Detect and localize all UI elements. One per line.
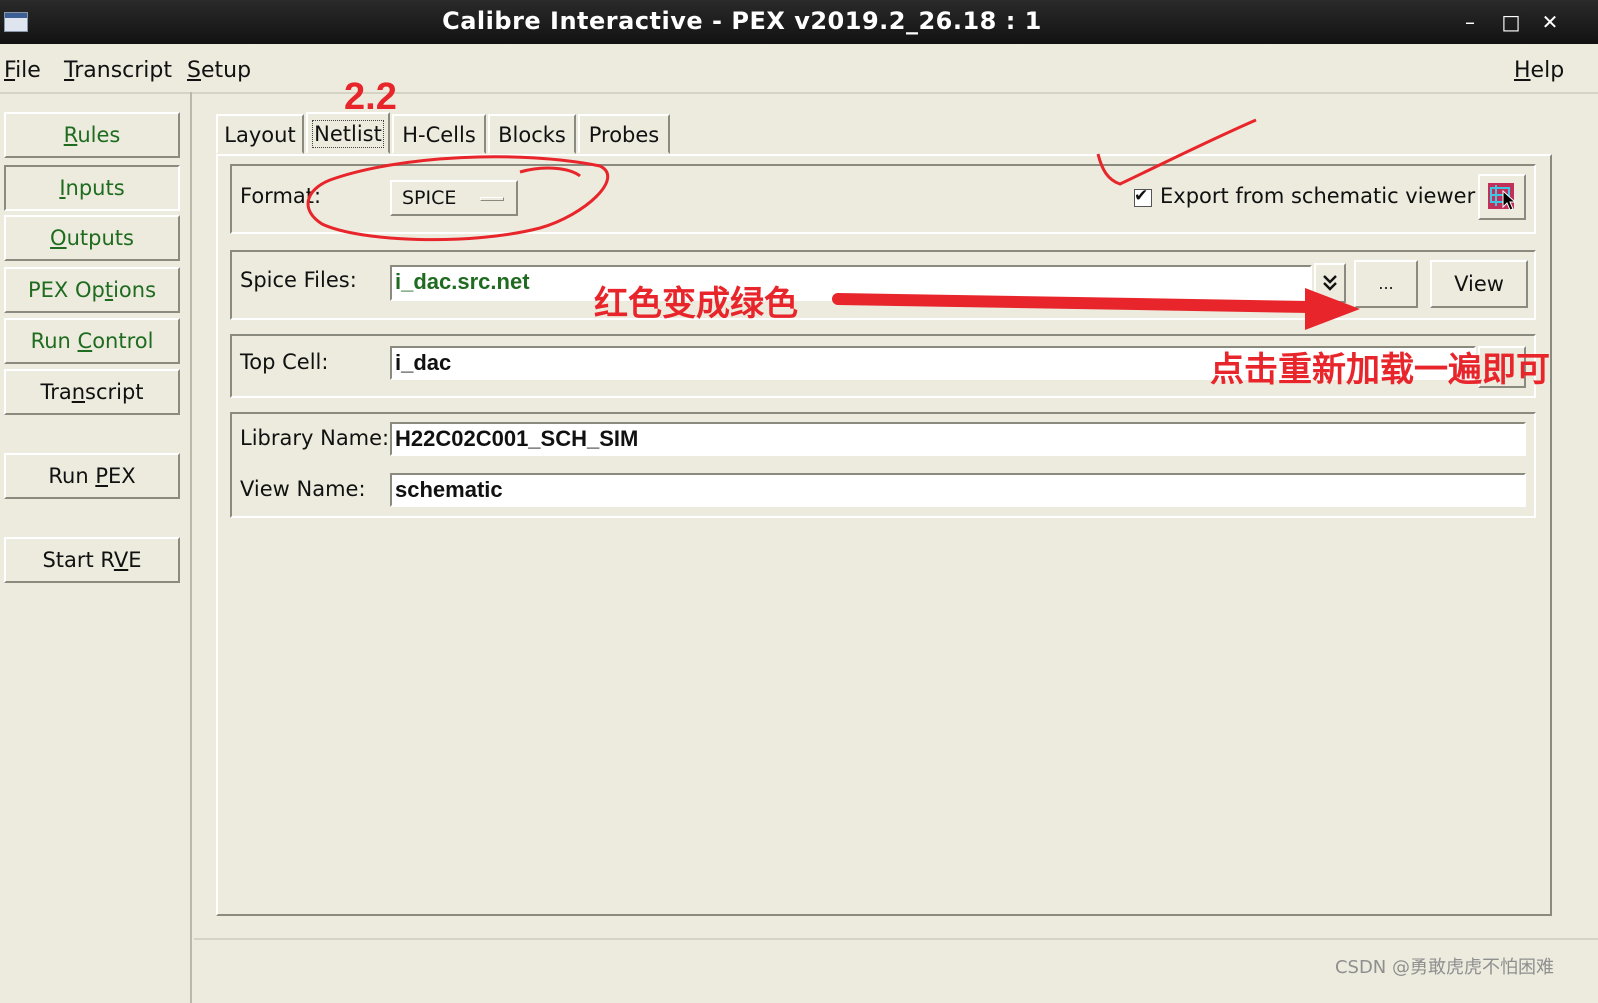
view-button[interactable]: View xyxy=(1430,260,1528,308)
checkbox-check-icon: ✔ xyxy=(1134,186,1149,206)
nav-rules-button[interactable]: Rules xyxy=(4,112,180,158)
top-cell-label: Top Cell: xyxy=(240,350,329,374)
double-chevron-down-icon xyxy=(1323,275,1337,291)
menu-file[interactable]: File xyxy=(4,58,41,83)
title-bar: Calibre Interactive - PEX v2019.2_26.18 … xyxy=(0,0,1598,44)
spice-files-history-button[interactable] xyxy=(1314,263,1346,303)
start-rve-button[interactable]: Start RVE xyxy=(4,537,180,583)
tab-h-cells[interactable]: H-Cells xyxy=(392,114,486,154)
step-annotation: 2.2 xyxy=(344,76,397,118)
nav-inputs-button[interactable]: Inputs xyxy=(4,165,180,211)
export-checkbox[interactable]: ✔ xyxy=(1134,186,1152,207)
nav-run-control-button[interactable]: Run Control xyxy=(4,318,180,364)
dropdown-indicator-icon xyxy=(480,197,504,201)
spice-files-input[interactable]: i_dac.src.net xyxy=(390,265,1312,301)
maximize-button[interactable]: □ xyxy=(1497,8,1525,36)
browse-button[interactable]: ... xyxy=(1354,260,1418,308)
nav-transcript-button[interactable]: Transcript xyxy=(4,369,180,415)
format-label: Format: xyxy=(240,184,322,208)
window-title: Calibre Interactive - PEX v2019.2_26.18 … xyxy=(442,7,1042,35)
watermark: CSDN @勇敢虎虎不怕困难 xyxy=(1334,957,1554,978)
red-to-green-annotation: 红色变成绿色 xyxy=(594,284,798,324)
cursor-arrow-icon xyxy=(1502,190,1517,211)
menu-bar: File Transcript Setup Help xyxy=(0,46,1598,92)
schematic-viewer-button[interactable] xyxy=(1478,174,1526,220)
close-button[interactable]: ✕ xyxy=(1536,8,1564,36)
tab-probes[interactable]: Probes xyxy=(578,114,670,154)
menu-help[interactable]: Help xyxy=(1514,58,1564,83)
spice-files-label: Spice Files: xyxy=(240,268,357,292)
library-name-input[interactable]: H22C02C001_SCH_SIM xyxy=(390,422,1526,456)
export-label: Export from schematic viewer xyxy=(1160,184,1476,208)
sidebar-separator xyxy=(190,92,192,1003)
tab-blocks[interactable]: Blocks xyxy=(488,114,576,154)
format-select[interactable]: SPICE xyxy=(390,180,518,216)
library-name-label: Library Name: xyxy=(240,426,390,450)
view-name-input[interactable]: schematic xyxy=(390,473,1526,507)
minimize-button[interactable]: – xyxy=(1456,8,1484,36)
nav-pex-options-button[interactable]: PEX Options xyxy=(4,267,180,313)
tab-layout[interactable]: Layout xyxy=(216,114,304,154)
menu-setup[interactable]: Setup xyxy=(187,58,251,83)
status-separator xyxy=(194,938,1598,940)
menu-separator xyxy=(0,92,1598,94)
reload-hint-annotation: 点击重新加载一遍即可 xyxy=(1210,350,1550,390)
menu-transcript[interactable]: Transcript xyxy=(64,58,172,83)
run-pex-button[interactable]: Run PEX xyxy=(4,453,180,499)
nav-outputs-button[interactable]: Outputs xyxy=(4,215,180,261)
view-name-label: View Name: xyxy=(240,477,366,501)
